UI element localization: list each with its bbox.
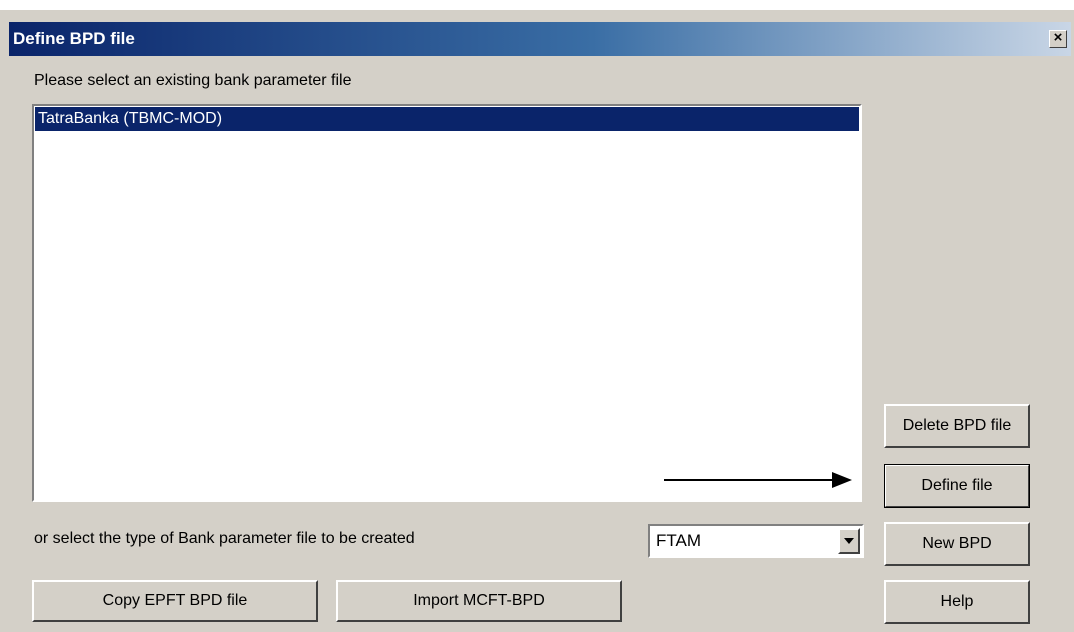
list-item[interactable]: TatraBanka (TBMC-MOD)	[35, 107, 859, 131]
arrow-right-icon	[664, 472, 852, 488]
bpd-type-value: FTAM	[656, 531, 702, 550]
title-bar: Define BPD file ×	[9, 22, 1071, 56]
new-bpd-button[interactable]: New BPD	[884, 522, 1030, 566]
window-title: Define BPD file	[13, 29, 135, 48]
bpd-file-list[interactable]: TatraBanka (TBMC-MOD)	[32, 104, 862, 502]
chevron-down-icon	[844, 538, 854, 544]
help-button[interactable]: Help	[884, 580, 1030, 624]
bpd-type-select[interactable]: FTAM	[648, 524, 864, 558]
select-existing-label: Please select an existing bank parameter…	[34, 72, 352, 89]
delete-bpd-button[interactable]: Delete BPD file	[884, 404, 1030, 448]
create-type-label: or select the type of Bank parameter fil…	[34, 530, 415, 547]
copy-epft-bpd-button[interactable]: Copy EPFT BPD file	[32, 580, 318, 622]
define-file-button[interactable]: Define file	[884, 464, 1030, 508]
import-mcft-bpd-button[interactable]: Import MCFT-BPD	[336, 580, 622, 622]
close-icon: ×	[1053, 29, 1063, 46]
dropdown-button[interactable]	[838, 528, 860, 554]
close-button[interactable]: ×	[1049, 30, 1067, 48]
